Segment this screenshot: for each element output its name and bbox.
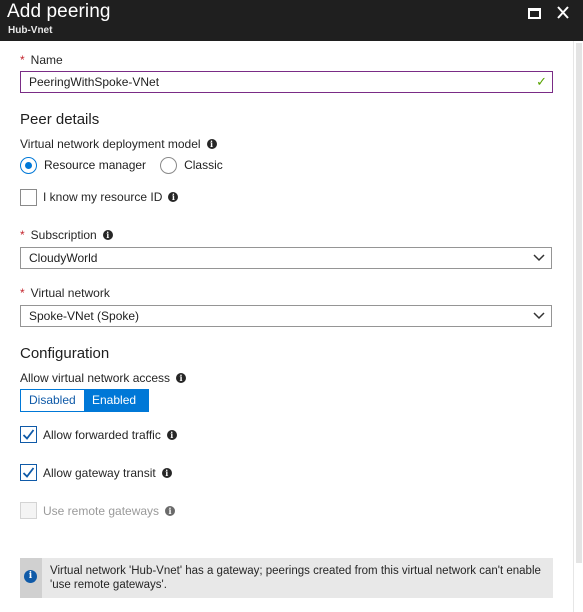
- close-icon[interactable]: [553, 4, 575, 22]
- maximize-icon[interactable]: [523, 4, 545, 22]
- radio-classic-label: Classic: [184, 158, 223, 172]
- radio-resource-manager-label: Resource manager: [44, 158, 147, 172]
- gateway-transit-checkbox[interactable]: [20, 464, 37, 481]
- info-banner: i Virtual network 'Hub-Vnet' has a gatew…: [20, 558, 553, 598]
- name-input[interactable]: PeeringWithSpoke-VNet ✓: [20, 71, 553, 93]
- blade-header: Add peering Hub-Vnet: [0, 0, 583, 41]
- required-marker: *: [20, 53, 25, 67]
- radio-classic[interactable]: [160, 156, 178, 174]
- checkmark-icon: [22, 429, 35, 440]
- info-icon[interactable]: i: [165, 506, 176, 516]
- subscription-label: * Subscription i: [20, 228, 113, 242]
- subscription-select[interactable]: CloudyWorld: [20, 247, 552, 269]
- remote-gateways-label: Use remote gateways i: [43, 504, 176, 518]
- configuration-heading: Configuration: [20, 345, 110, 362]
- info-icon: i: [24, 570, 37, 583]
- resource-id-checkbox[interactable]: [20, 189, 37, 206]
- name-label: * Name: [20, 53, 63, 67]
- info-icon[interactable]: i: [166, 430, 177, 440]
- gateway-transit-label: Allow gateway transit i: [43, 466, 172, 480]
- info-icon[interactable]: i: [176, 373, 187, 383]
- vertical-scrollbar[interactable]: [573, 41, 583, 612]
- info-icon[interactable]: i: [206, 139, 217, 149]
- required-marker: *: [20, 286, 25, 300]
- peer-details-heading: Peer details: [20, 111, 100, 128]
- resource-id-label: I know my resource ID i: [43, 190, 179, 204]
- access-toggle: Disabled Enabled: [20, 389, 149, 412]
- deployment-model-label: Virtual network deployment model i: [20, 137, 217, 151]
- blade-title: Add peering: [7, 1, 111, 22]
- info-icon[interactable]: i: [168, 192, 179, 202]
- access-label: Allow virtual network access i: [20, 371, 187, 385]
- scrollbar-thumb[interactable]: [576, 43, 582, 563]
- info-icon[interactable]: i: [161, 468, 172, 478]
- virtual-network-select[interactable]: Spoke-VNet (Spoke): [20, 305, 552, 327]
- chevron-down-icon: [533, 312, 545, 320]
- deployment-model-radio-group: Resource manager Classic: [20, 155, 223, 175]
- blade-subtitle: Hub-Vnet: [8, 25, 53, 36]
- banner-text: Virtual network 'Hub-Vnet' has a gateway…: [50, 565, 541, 591]
- virtual-network-label: * Virtual network: [20, 286, 110, 300]
- toggle-enabled[interactable]: Enabled: [84, 390, 148, 411]
- forwarded-traffic-label: Allow forwarded traffic i: [43, 428, 177, 442]
- radio-resource-manager[interactable]: [20, 156, 37, 174]
- required-marker: *: [20, 228, 25, 242]
- checkmark-icon: ✓: [536, 74, 547, 89]
- toggle-disabled[interactable]: Disabled: [21, 390, 84, 411]
- info-icon[interactable]: i: [102, 230, 113, 240]
- checkmark-icon: [22, 467, 35, 478]
- chevron-down-icon: [533, 254, 545, 262]
- remote-gateways-checkbox: [20, 502, 37, 519]
- forwarded-traffic-checkbox[interactable]: [20, 426, 37, 443]
